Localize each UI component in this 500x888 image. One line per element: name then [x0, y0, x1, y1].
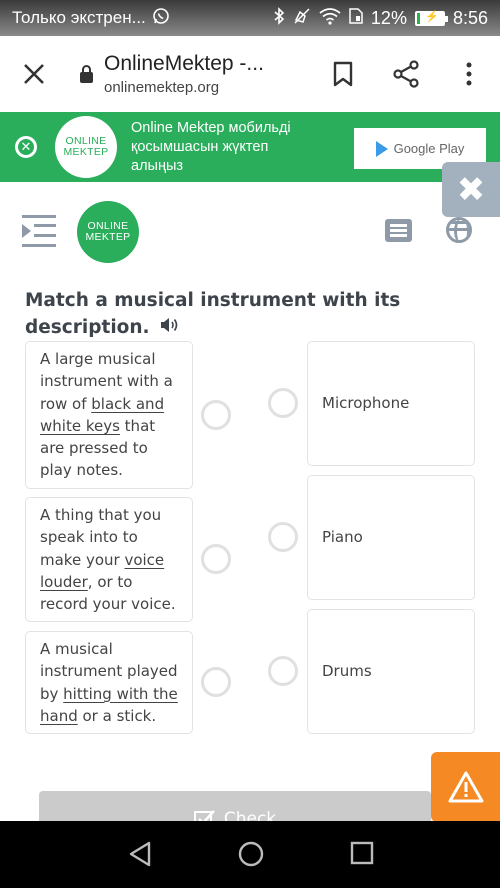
lock-icon[interactable]	[68, 64, 104, 83]
floating-close-button[interactable]: ✖	[442, 162, 500, 217]
more-options-button[interactable]	[437, 62, 500, 86]
close-circle-icon: ✕	[20, 139, 32, 155]
description-connector-1[interactable]	[201, 400, 231, 430]
close-tab-button[interactable]	[0, 63, 68, 85]
desc-text: or a stick.	[77, 706, 157, 725]
wifi-icon	[319, 7, 341, 30]
notification-text: Только экстрен...	[12, 8, 146, 27]
report-problem-button[interactable]	[431, 752, 500, 822]
option-label: Microphone	[322, 394, 410, 413]
home-button[interactable]	[238, 841, 264, 871]
warning-icon	[448, 771, 483, 803]
recents-button[interactable]	[350, 841, 374, 869]
system-nav-bar	[0, 821, 500, 888]
question-text: Match a musical instrument with its desc…	[25, 290, 401, 338]
browser-toolbar: OnlineMektep -... onlinemektep.org	[0, 36, 500, 112]
option-connector-2[interactable]	[268, 522, 298, 552]
banner-close-button[interactable]: ✕	[15, 136, 37, 158]
option-label: Drums	[322, 662, 372, 681]
list-icon[interactable]	[385, 219, 412, 242]
description-card-3[interactable]: A musical instrument played by hitting w…	[25, 631, 193, 734]
banner-logo: ONLINE MEKTEP	[55, 116, 117, 178]
sim-icon	[349, 7, 363, 29]
logo-line2: MEKTEP	[63, 146, 109, 158]
option-card-microphone[interactable]: Microphone	[307, 341, 475, 466]
close-icon: ✖	[456, 169, 486, 210]
google-play-icon	[375, 140, 388, 157]
question-title: Match a musical instrument with its desc…	[25, 287, 445, 342]
page-info[interactable]: OnlineMektep -... onlinemektep.org	[104, 52, 311, 96]
description-card-1[interactable]: A large musical instrument with a row of…	[25, 341, 193, 489]
logo-line2: MEKTEP	[85, 231, 131, 243]
bookmark-icon	[333, 61, 352, 87]
back-icon	[129, 841, 151, 867]
page-url: onlinemektep.org	[104, 79, 220, 96]
share-button[interactable]	[374, 60, 437, 88]
menu-toggle-icon[interactable]	[22, 215, 56, 247]
whatsapp-icon	[152, 7, 170, 30]
option-label: Piano	[322, 528, 363, 547]
google-play-label: Google Play	[393, 141, 465, 156]
home-icon	[238, 841, 264, 867]
app-logo[interactable]: ONLINE MEKTEP	[77, 201, 139, 263]
option-card-drums[interactable]: Drums	[307, 609, 475, 734]
bluetooth-icon	[273, 6, 285, 30]
page-title: OnlineMektep -...	[104, 52, 264, 75]
app-install-banner: ✕ ONLINE MEKTEP Online Mektep мобильді қ…	[0, 112, 500, 182]
description-card-2[interactable]: A thing that you speak into to make your…	[25, 497, 193, 622]
clock: 8:56	[452, 7, 488, 28]
option-card-piano[interactable]: Piano	[307, 475, 475, 600]
mute-icon	[293, 7, 311, 30]
option-connector-1[interactable]	[268, 388, 298, 418]
banner-message: Online Mektep мобильді қосымшасын жүктеп…	[131, 119, 291, 174]
share-icon	[392, 60, 419, 88]
back-button[interactable]	[128, 841, 152, 871]
description-connector-3[interactable]	[201, 667, 231, 697]
battery-charging-icon: ⚡	[414, 10, 448, 26]
status-bar: Только экстрен... 12% ⚡ 8:56	[0, 0, 500, 36]
description-connector-2[interactable]	[201, 544, 231, 574]
app-header: ONLINE MEKTEP	[0, 195, 500, 270]
globe-icon[interactable]	[446, 217, 472, 243]
option-connector-3[interactable]	[268, 656, 298, 686]
more-vert-icon	[466, 62, 471, 86]
close-icon	[24, 64, 44, 84]
battery-percent: 12%	[370, 7, 407, 28]
recents-icon	[350, 841, 374, 865]
bookmark-button[interactable]	[311, 61, 374, 87]
speaker-icon[interactable]	[160, 315, 180, 342]
